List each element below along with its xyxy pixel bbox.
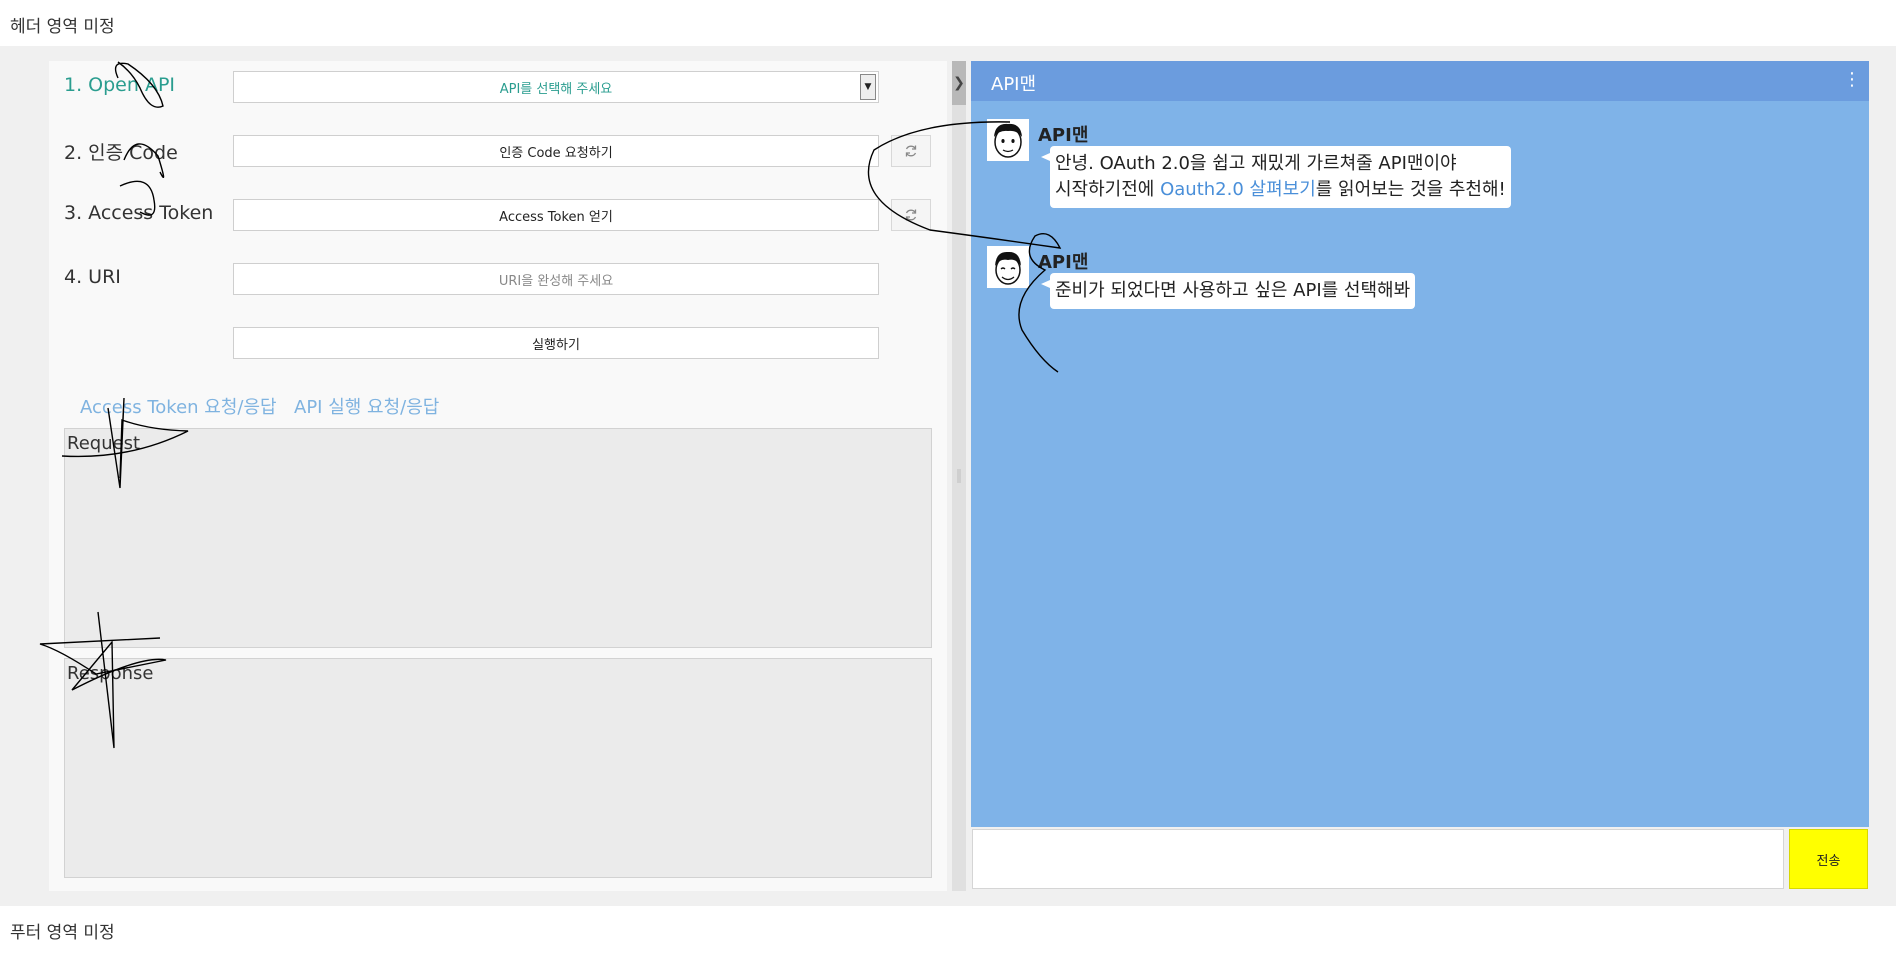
access-token-button[interactable]: Access Token 얻기 [233, 199, 879, 231]
message-text: 시작하기전에 [1055, 179, 1161, 200]
step-open-api-label: 1. Open API [64, 74, 176, 96]
oauth-guide-link[interactable]: Oauth2.0 살펴보기 [1160, 179, 1316, 200]
resize-handle[interactable] [957, 469, 961, 483]
message-line: 시작하기전에 Oauth2.0 살펴보기를 읽어보는 것을 추천해! [1055, 177, 1506, 203]
avatar [987, 246, 1029, 288]
chat-header: API맨 ⋮ [971, 61, 1869, 101]
execute-label: 실행하기 [532, 337, 580, 353]
message-sender: API맨 [1038, 125, 1089, 146]
avatar-face-icon [994, 123, 1022, 158]
access-token-label: Access Token 얻기 [499, 209, 613, 225]
message-line: 안녕. OAuth 2.0을 쉽고 재밌게 가르쳐줄 API맨이야 [1055, 153, 1457, 174]
footer-area: 푸터 영역 미정 [0, 906, 1896, 967]
request-label: Request [67, 433, 141, 454]
footer-text: 푸터 영역 미정 [10, 923, 115, 943]
avatar-face-icon [995, 251, 1021, 285]
message-bubble: 안녕. OAuth 2.0을 쉽고 재밌게 가르쳐줄 API맨이야 시작하기전에… [1041, 146, 1511, 208]
chat-message-input[interactable] [972, 829, 1784, 889]
step-uri-label: 4. URI [64, 266, 121, 288]
request-box[interactable]: Request [64, 428, 932, 648]
uri-input[interactable]: URI을 완성해 주세요 [233, 263, 879, 295]
access-token-refresh-button[interactable] [891, 199, 931, 231]
refresh-icon [905, 209, 917, 221]
menu-icon[interactable]: ⋮ [1843, 69, 1861, 90]
avatar [987, 119, 1029, 161]
auth-code-request-button[interactable]: 인증 Code 요청하기 [233, 135, 879, 167]
message-text: 를 읽어보는 것을 추천해! [1315, 179, 1506, 200]
message-line: 준비가 되었다면 사용하고 싶은 API를 선택해봐 [1055, 280, 1411, 301]
tab-api-execute[interactable]: API 실행 요청/응답 [294, 393, 439, 419]
header-area: 헤더 영역 미정 [0, 0, 1896, 46]
step-auth-code-label: 2. 인증 Code [64, 142, 178, 164]
message-sender: API맨 [1038, 252, 1089, 273]
send-button[interactable]: 전송 [1789, 829, 1868, 889]
send-label: 전송 [1816, 853, 1841, 869]
header-text: 헤더 영역 미정 [10, 17, 115, 37]
uri-placeholder: URI을 완성해 주세요 [498, 273, 614, 289]
refresh-icon [905, 145, 917, 157]
step-access-token-label: 3. Access Token [64, 202, 214, 224]
panel-divider[interactable]: ❯ [952, 61, 966, 891]
response-box[interactable]: Response [64, 658, 932, 878]
message-bubble: 준비가 되었다면 사용하고 싶은 API를 선택해봐 [1040, 273, 1416, 309]
chevron-right-icon[interactable]: ❯ [952, 61, 966, 105]
tab-access-token[interactable]: Access Token 요청/응답 [80, 393, 277, 419]
chat-title: API맨 [991, 74, 1037, 95]
api-select[interactable]: API를 선택해 주세요 ▼ [233, 71, 879, 103]
api-select-value: API를 선택해 주세요 [499, 81, 613, 97]
auth-code-request-label: 인증 Code 요청하기 [499, 145, 613, 161]
chat-panel: API맨 ⋮ API맨 안녕. OAuth 2.0을 쉽고 재밌게 가르쳐줄 A… [971, 61, 1869, 827]
api-control-panel: 1. Open API API를 선택해 주세요 ▼ 2. 인증 Code 인증… [49, 61, 947, 891]
caret-down-icon[interactable]: ▼ [860, 74, 876, 100]
response-label: Response [67, 663, 154, 684]
auth-code-refresh-button[interactable] [891, 135, 931, 167]
execute-button[interactable]: 실행하기 [233, 327, 879, 359]
